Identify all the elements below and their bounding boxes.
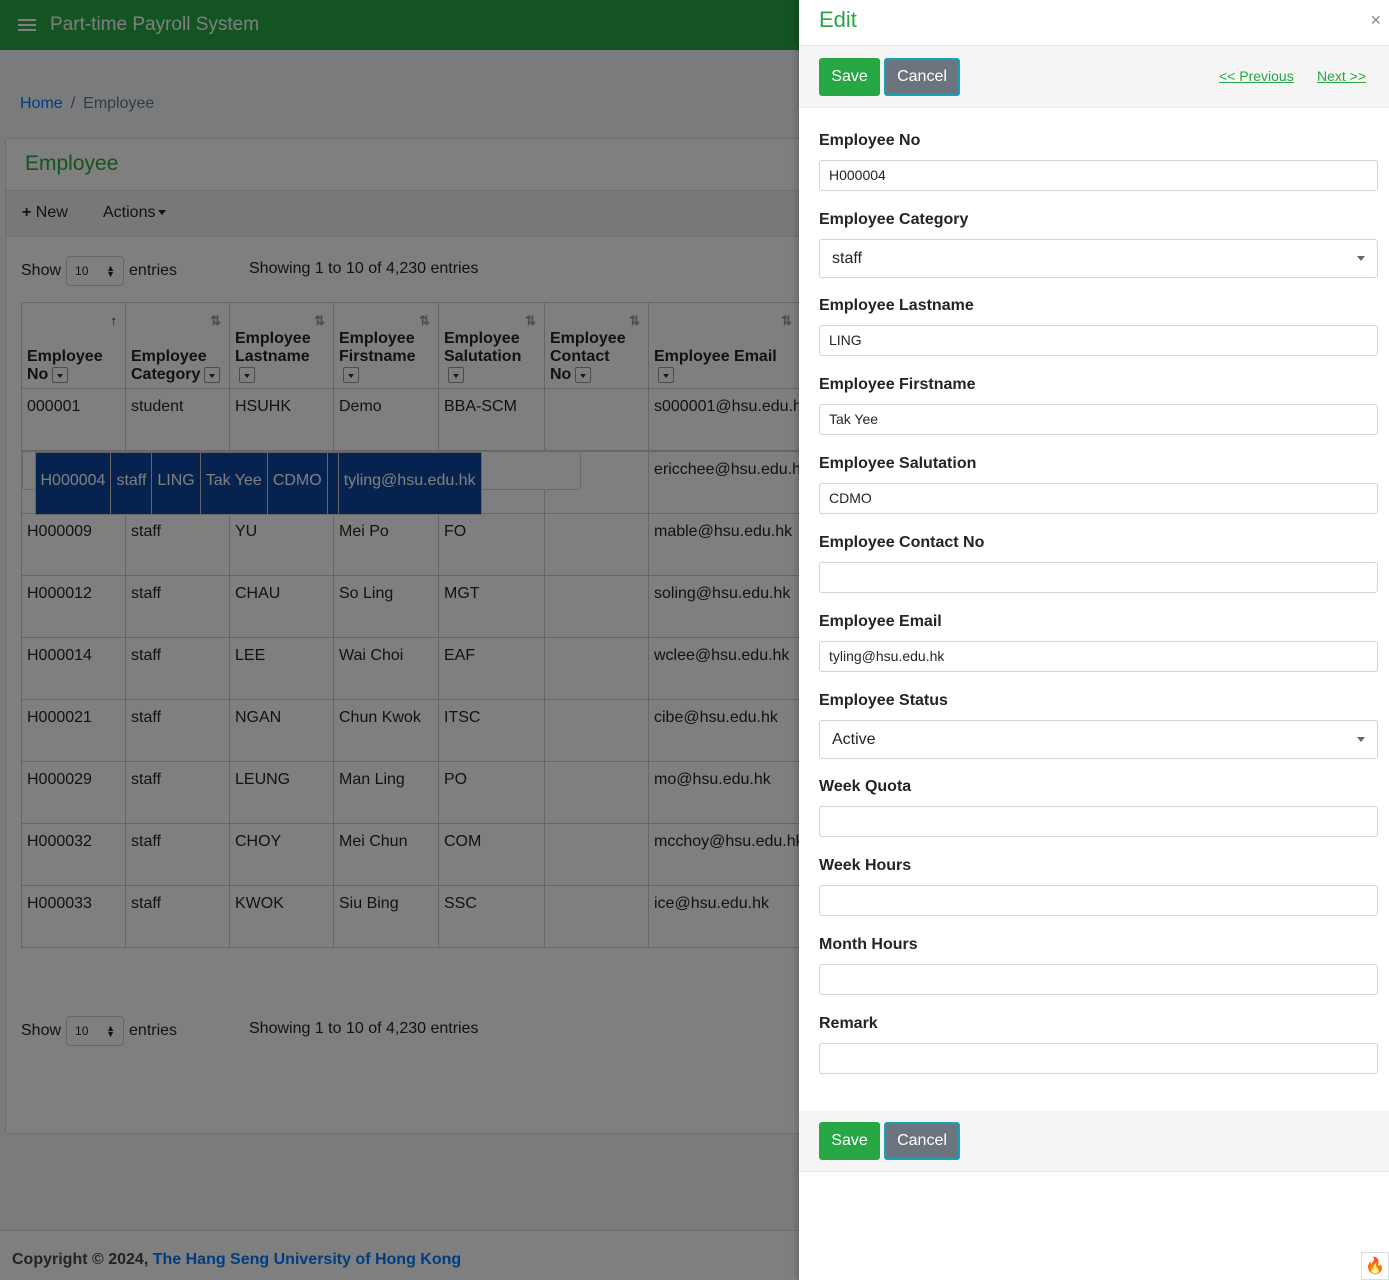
- cancel-button[interactable]: Cancel: [884, 58, 960, 96]
- panel-title: Edit: [819, 7, 857, 32]
- top-action-bar: Save Cancel << Previous Next >>: [799, 46, 1389, 108]
- employee-lastname-field[interactable]: LING: [819, 325, 1378, 356]
- employee-category-label: Employee Category: [819, 211, 969, 228]
- week-quota-label: Week Quota: [819, 778, 912, 795]
- bottom-action-bar: Save Cancel: [799, 1110, 1389, 1172]
- month-hours-label: Month Hours: [819, 936, 918, 953]
- remark-field[interactable]: [819, 1043, 1378, 1074]
- employee-category-select[interactable]: staff: [819, 239, 1378, 278]
- save-button[interactable]: Save: [819, 58, 880, 96]
- employee-email-label: Employee Email: [819, 613, 942, 630]
- cancel-button[interactable]: Cancel: [884, 1122, 960, 1160]
- week-hours-label: Week Hours: [819, 857, 912, 874]
- employee-firstname-field[interactable]: Tak Yee: [819, 404, 1378, 435]
- previous-link[interactable]: << Previous: [1219, 68, 1294, 84]
- employee-email-field[interactable]: tyling@hsu.edu.hk: [819, 641, 1378, 672]
- caret-down-icon: [1357, 256, 1365, 261]
- week-hours-field[interactable]: [819, 885, 1378, 916]
- employee-firstname-label: Employee Firstname: [819, 376, 976, 393]
- month-hours-field[interactable]: [819, 964, 1378, 995]
- employee-category-value: staff: [832, 250, 862, 267]
- employee-lastname-label: Employee Lastname: [819, 297, 974, 314]
- employee-salutation-label: Employee Salutation: [819, 455, 977, 472]
- employee-contact-label: Employee Contact No: [819, 534, 985, 551]
- employee-status-label: Employee Status: [819, 692, 948, 709]
- employee-no-field[interactable]: H000004: [819, 160, 1378, 191]
- next-link[interactable]: Next >>: [1317, 68, 1366, 84]
- employee-salutation-field[interactable]: CDMO: [819, 483, 1378, 514]
- employee-status-value: Active: [832, 731, 876, 748]
- panel-header: Edit ×: [799, 0, 1389, 46]
- caret-down-icon: [1357, 737, 1365, 742]
- close-icon[interactable]: ×: [1370, 10, 1381, 31]
- week-quota-field[interactable]: [819, 806, 1378, 837]
- edit-panel: Edit × Save Cancel << Previous Next >> E…: [799, 0, 1389, 1280]
- flame-icon[interactable]: 🔥: [1361, 1252, 1389, 1280]
- employee-status-select[interactable]: Active: [819, 720, 1378, 759]
- remark-label: Remark: [819, 1015, 878, 1032]
- employee-no-label: Employee No: [819, 132, 921, 149]
- employee-contact-field[interactable]: [819, 562, 1378, 593]
- save-button[interactable]: Save: [819, 1122, 880, 1160]
